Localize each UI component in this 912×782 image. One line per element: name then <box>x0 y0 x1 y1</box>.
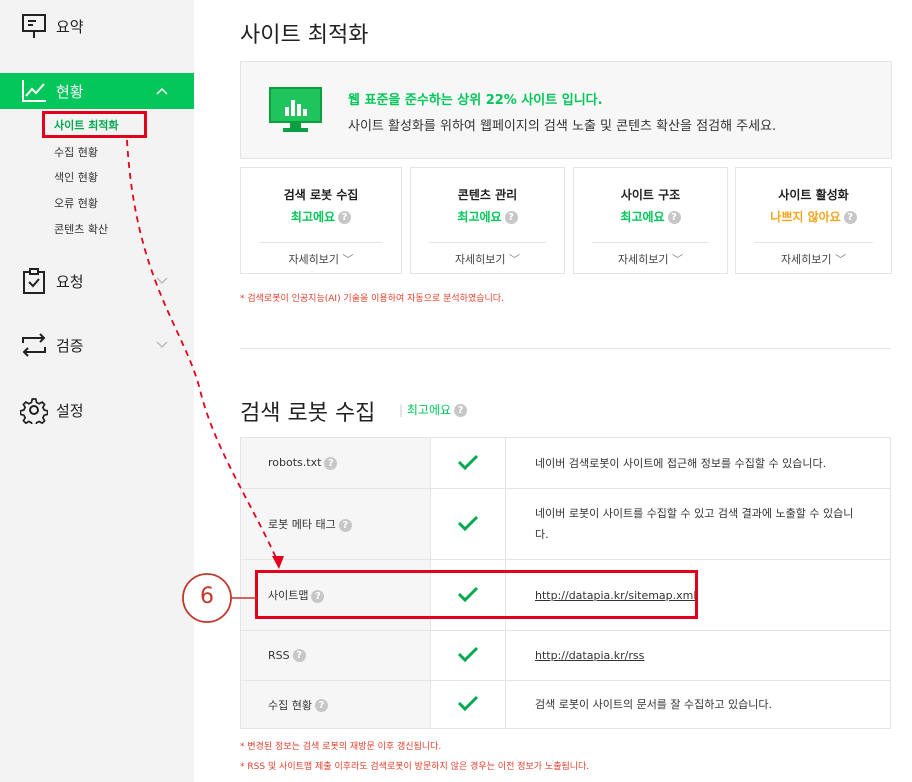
annotation-number: 6 <box>200 584 214 609</box>
annotation-overlay <box>126 139 284 623</box>
